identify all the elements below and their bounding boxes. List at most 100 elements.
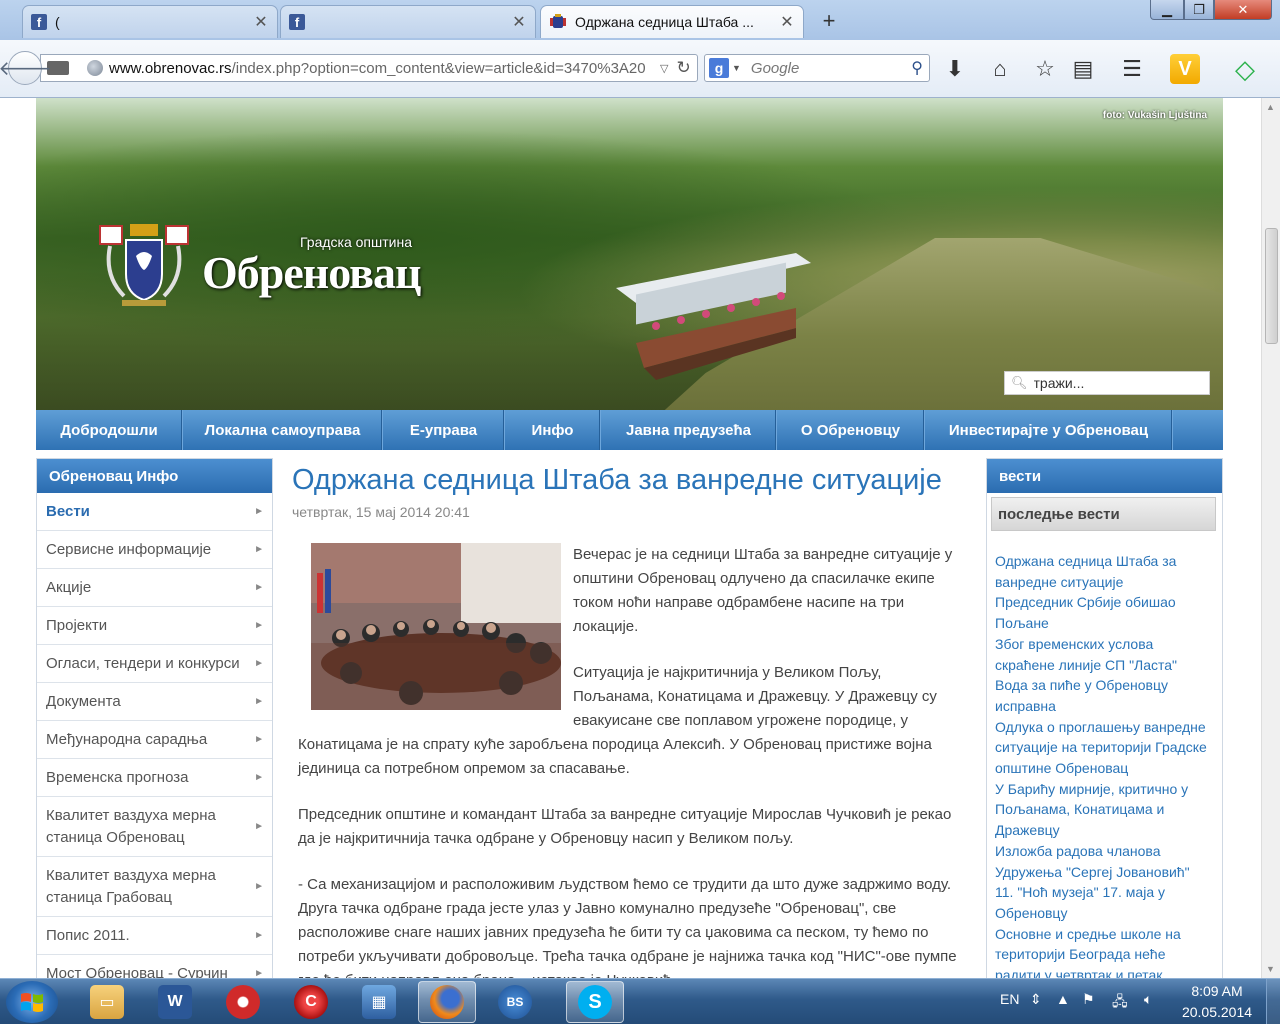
coat-of-arms-logo[interactable] (96, 216, 192, 316)
network-tray-icon[interactable]: 🖧 (1112, 991, 1128, 1015)
start-button[interactable] (6, 981, 58, 1023)
nav-item-about-obrenovac[interactable]: О Обреновцу (777, 410, 925, 450)
scroll-up-icon[interactable]: ▲ (1266, 102, 1275, 112)
media-player-icon (226, 985, 260, 1019)
taskbar-word[interactable]: W (146, 981, 204, 1023)
url-path: /index.php?option=com_content&view=artic… (231, 59, 646, 77)
taskbar-media-lite[interactable] (214, 981, 272, 1023)
news-link[interactable]: Вода за пиће у Обреновцу исправна (995, 675, 1212, 716)
home-icon[interactable]: ⌂ (985, 54, 1015, 84)
scrollbar-thumb[interactable] (1265, 228, 1278, 344)
vivaldi-addon-icon[interactable]: V (1170, 54, 1200, 84)
article-photo-meeting[interactable] (311, 543, 561, 710)
close-icon[interactable]: ✕ (253, 12, 269, 32)
bs-player-icon: BS (498, 985, 532, 1019)
boat-illustration (616, 253, 811, 380)
site-search-input[interactable] (1033, 375, 1204, 391)
taskbar-network-app[interactable]: ▦ (350, 981, 408, 1023)
news-link[interactable]: У Барићу мирније, критично у Пољанама, К… (995, 779, 1212, 841)
url-host: www.obrenovac.rs (109, 59, 232, 77)
show-desktop-button[interactable] (1266, 979, 1280, 1024)
tab-facebook-2[interactable]: f ✕ (280, 5, 536, 38)
google-icon[interactable]: g (709, 58, 729, 78)
new-tab-button[interactable]: + (818, 8, 840, 34)
facebook-icon: f (31, 14, 47, 30)
maximize-button[interactable]: ❐ (1184, 0, 1214, 20)
volume-icon[interactable]: 🔈︎ (1144, 991, 1152, 1008)
close-window-button[interactable]: ✕ (1214, 0, 1272, 20)
taskbar-bs-player[interactable]: BS (486, 981, 544, 1023)
nav-item-info[interactable]: Инфо (505, 410, 601, 450)
reload-icon[interactable]: ↻ (676, 58, 690, 78)
taskbar-skype[interactable]: S (566, 981, 624, 1023)
taskbar-ccleaner[interactable]: C (282, 981, 340, 1023)
arrow-left-icon: 🡐 (0, 57, 52, 80)
clock-time[interactable]: 8:09 AM (1180, 983, 1254, 999)
clock-date[interactable]: 20.05.2014 (1180, 1004, 1254, 1020)
skype-icon: S (578, 985, 612, 1019)
page-scrollbar[interactable]: ▲ ▼ (1261, 98, 1280, 978)
news-link[interactable]: Изложба радова чланова Удружења "Сергеј … (995, 841, 1212, 882)
taskbar-firefox[interactable] (418, 981, 476, 1023)
sidebar-item-label: Квалитет ваздуха мерна станица Грабовац (46, 866, 216, 906)
sidebar-item-news[interactable]: Вести ► (37, 493, 272, 531)
close-icon[interactable]: ✕ (779, 12, 795, 32)
nav-item-local-government[interactable]: Локална самоуправа (183, 410, 383, 450)
chevron-right-icon: ► (254, 820, 264, 832)
back-button[interactable]: 🡐 (0, 51, 52, 85)
news-link[interactable]: 11. "Ноћ музеја" 17. маја у Обреновцу (995, 882, 1212, 923)
tab-active-article[interactable]: Одржана седница Штаба ... ✕ (540, 5, 804, 38)
news-link[interactable]: Због временских услова скраћене линије С… (995, 634, 1212, 675)
sidebar-item-bridge[interactable]: Мост Обреновац - Сурчин ► (37, 955, 272, 979)
logo-title[interactable]: Обреновац (202, 246, 421, 299)
bookmark-star-icon[interactable]: ☆ (1030, 54, 1060, 84)
show-hidden-icons[interactable]: ▲ (1056, 991, 1070, 1007)
sidebar-item-census[interactable]: Попис 2011. ► (37, 917, 272, 955)
search-icon: 🔍︎ (1011, 375, 1028, 390)
sidebar-item-documents[interactable]: Документа ► (37, 683, 272, 721)
search-icon[interactable]: ⚲ (911, 58, 923, 78)
tab-title: Одржана седница Штаба ... (575, 14, 754, 30)
sidebar-item-international[interactable]: Међународна сарадња ► (37, 721, 272, 759)
search-placeholder[interactable]: Google (751, 60, 911, 77)
tab-facebook-1[interactable]: f ( ✕ (22, 5, 278, 38)
chevron-right-icon: ► (254, 880, 264, 892)
language-indicator[interactable]: EN (1000, 991, 1019, 1007)
close-icon[interactable]: ✕ (511, 12, 527, 32)
site-search[interactable]: 🔍︎ (1004, 371, 1210, 395)
sidebar-item-label: Међународна сарадња (46, 730, 208, 748)
news-link[interactable]: Одлука о проглашењу ванредне ситуације н… (995, 717, 1212, 779)
feedly-addon-icon[interactable]: ◇ (1230, 54, 1260, 84)
download-icon[interactable]: ⬇ (940, 54, 970, 84)
keyboard-icon[interactable]: ⇕ (1030, 991, 1042, 1008)
sidebar-item-services[interactable]: Сервисне информације ► (37, 531, 272, 569)
nav-item-public-enterprises[interactable]: Јавна предузећа (601, 410, 777, 450)
news-link[interactable]: Основне и средње школе на територији Бео… (995, 924, 1212, 978)
sidebar-item-air-quality-obrenovac[interactable]: Квалитет ваздуха мерна станица Обреновац… (37, 797, 272, 857)
chevron-down-icon[interactable]: ▼ (732, 63, 741, 73)
chevron-down-icon[interactable]: ▽ (660, 62, 668, 75)
sidebar-item-tenders[interactable]: Огласи, тендери и конкурси ► (37, 645, 272, 683)
nav-item-invest[interactable]: Инвестирајте у Обреновац (925, 410, 1173, 450)
nav-item-welcome[interactable]: Добродошли (36, 410, 183, 450)
sidebar-item-projects[interactable]: Пројекти ► (37, 607, 272, 645)
address-bar[interactable]: www.obrenovac.rs/index.php?option=com_co… (40, 54, 698, 82)
news-link[interactable]: Председник Србије обишао Пољане (995, 592, 1212, 633)
sidebar-item-weather[interactable]: Временска прогноза ► (37, 759, 272, 797)
taskbar-explorer[interactable]: ▭ (78, 981, 136, 1023)
nav-item-e-government[interactable]: Е-управа (383, 410, 505, 450)
bookmarks-list-icon[interactable]: ▤ (1068, 54, 1098, 84)
sidebar-item-air-quality-grabovac[interactable]: Квалитет ваздуха мерна станица Грабовац ► (37, 857, 272, 917)
sidebar-item-actions[interactable]: Акције ► (37, 569, 272, 607)
minimize-button[interactable]: ▁ (1150, 0, 1184, 20)
article-paragraph: Председник општине и командант Штаба за … (298, 806, 952, 847)
article-title[interactable]: Одржана седница Штаба за ванредне ситуац… (292, 464, 942, 497)
right-sidebar: вести последње вести Одржана седница Шта… (986, 458, 1223, 978)
menu-icon[interactable]: ☰ (1117, 54, 1147, 84)
news-link[interactable]: Одржана седница Штаба за ванредне ситуац… (995, 551, 1212, 592)
chevron-right-icon: ► (254, 733, 264, 745)
search-bar[interactable]: g ▼ Google ⚲ (704, 54, 930, 82)
scroll-down-icon[interactable]: ▼ (1266, 964, 1275, 974)
action-center-flag-icon[interactable]: ⚑ (1082, 991, 1095, 1008)
url-text[interactable]: www.obrenovac.rs/index.php?option=com_co… (109, 60, 654, 77)
